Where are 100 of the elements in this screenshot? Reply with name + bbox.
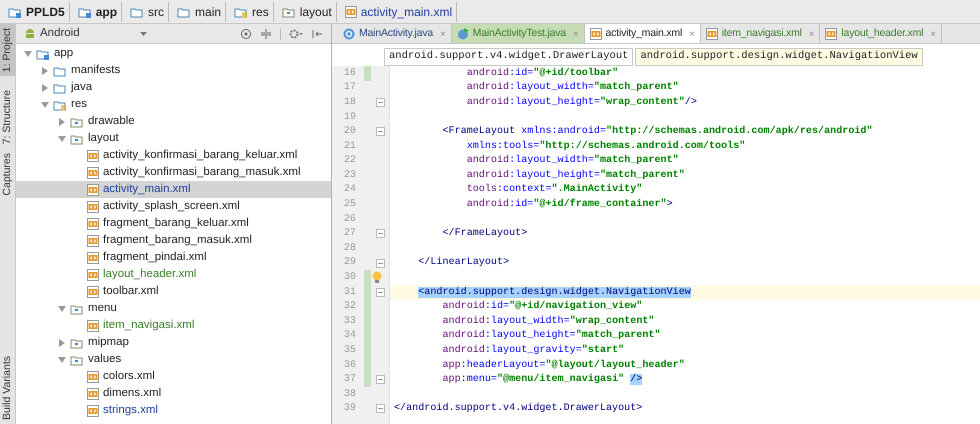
fold-icon[interactable] — [376, 98, 385, 107]
breadcrumb-item[interactable]: main — [173, 2, 226, 22]
resource-folder-icon — [234, 6, 248, 18]
tool-window-tab[interactable]: 1: Project — [0, 24, 15, 76]
breadcrumb-item[interactable]: src — [126, 2, 170, 22]
fold-icon[interactable] — [376, 258, 385, 268]
line-number: 36 — [342, 358, 357, 373]
breadcrumb-item[interactable]: res — [230, 2, 274, 22]
folder-icon — [70, 336, 84, 348]
line-number: 39 — [342, 402, 357, 416]
line-number: 35 — [342, 344, 357, 358]
tool-window-tab[interactable]: 7: Structure — [0, 86, 15, 149]
settings-icon[interactable] — [289, 28, 303, 40]
fold-icon[interactable] — [376, 375, 385, 384]
target-icon[interactable] — [240, 28, 252, 40]
code-line: <FrameLayout xmlns:android="http://schemas.android.com/apk/res/android" — [441, 124, 873, 140]
code-line: xmlns:tools="http://schemas.android.com/tools" — [466, 140, 746, 154]
module-folder-icon — [36, 48, 50, 60]
tree-item[interactable]: java — [16, 79, 331, 96]
line-number: 33 — [342, 314, 357, 329]
tree-item[interactable]: toolbar.xml — [16, 283, 331, 300]
code-line: android:id="@+id/frame_container"> — [466, 198, 673, 212]
tree-item[interactable]: app — [16, 45, 331, 62]
breadcrumb-item[interactable]: PPLD5 — [4, 2, 70, 22]
fold-icon[interactable] — [376, 127, 385, 136]
tree-item[interactable]: activity_konfirmasi_barang_keluar.xml — [16, 147, 331, 164]
collapsed-arrow-icon[interactable] — [58, 118, 66, 126]
tree-item[interactable]: activity_splash_screen.xml — [16, 198, 331, 215]
view-dropdown[interactable]: Android — [40, 24, 147, 42]
tree-item[interactable]: dimens.xml — [16, 385, 331, 402]
module-folder-icon — [78, 6, 92, 18]
line-number: 37 — [342, 373, 357, 388]
line-number: 34 — [342, 329, 357, 344]
line-number: 25 — [342, 198, 357, 212]
expanded-arrow-icon[interactable] — [58, 134, 66, 142]
expanded-arrow-icon[interactable] — [24, 50, 32, 58]
tool-window-tab[interactable]: Build Variants — [0, 352, 15, 424]
breadcrumb-item[interactable]: app — [74, 2, 122, 22]
xml-file-icon — [87, 388, 99, 400]
android-icon — [24, 28, 36, 40]
line-number: 18 — [342, 96, 357, 110]
tree-item[interactable]: colors.xml — [16, 368, 331, 385]
tool-window-tab[interactable]: Captures — [0, 148, 15, 200]
folder-icon — [70, 132, 84, 144]
folder-icon — [70, 302, 84, 314]
line-number: 38 — [342, 388, 357, 402]
test-class-icon — [456, 28, 469, 40]
tree-item[interactable]: item_navigasi.xml — [16, 317, 331, 334]
tree-item[interactable]: fragment_barang_masuk.xml — [16, 232, 331, 249]
collapsed-arrow-icon[interactable] — [58, 338, 66, 346]
tree-item[interactable]: res — [16, 96, 331, 113]
fold-icon[interactable] — [376, 229, 385, 238]
caret-icon — [140, 32, 147, 36]
tree-item[interactable]: activity_main.xml — [16, 181, 331, 198]
expanded-arrow-icon[interactable] — [58, 356, 66, 364]
editor-tab[interactable]: activity_main.xml × — [584, 24, 701, 43]
expanded-arrow-icon[interactable] — [41, 100, 49, 108]
xml-file-icon — [87, 184, 99, 196]
line-number: 32 — [342, 300, 357, 314]
hide-icon[interactable] — [311, 28, 323, 40]
tree-item[interactable]: manifests — [16, 62, 331, 79]
collapsed-arrow-icon[interactable] — [41, 84, 49, 92]
lightbulb-icon[interactable] — [372, 271, 382, 284]
tag-path-item[interactable]: android.support.design.widget.NavigationView — [635, 48, 923, 66]
code-line: </android.support.v4.widget.DrawerLayout> — [393, 402, 642, 416]
tag-path-item[interactable]: android.support.v4.widget.DrawerLayout — [384, 48, 634, 66]
xml-file-icon — [87, 166, 99, 178]
tree-item[interactable]: values — [16, 351, 331, 368]
tree-item[interactable]: drawable — [16, 113, 331, 130]
line-number: 27 — [342, 227, 357, 242]
folder-icon — [53, 64, 67, 76]
tree-item[interactable]: fragment_barang_keluar.xml — [16, 215, 331, 232]
xml-file-icon — [87, 286, 99, 298]
tree-item[interactable]: strings.xml — [16, 402, 331, 419]
collapsed-arrow-icon[interactable] — [41, 66, 49, 74]
breadcrumb-item[interactable]: activity_main.xml — [340, 2, 458, 22]
line-number: 26 — [342, 212, 357, 227]
xml-file-icon — [825, 28, 838, 40]
module-folder-icon — [8, 6, 22, 18]
tree-item[interactable]: mipmap — [16, 334, 331, 351]
tree-item[interactable]: fragment_pindai.xml — [16, 249, 331, 266]
tree-item[interactable]: layout_header.xml — [16, 266, 331, 283]
folder-icon — [282, 6, 296, 18]
expanded-arrow-icon[interactable] — [58, 304, 66, 312]
folder-icon — [130, 6, 144, 18]
code-line: </LinearLayout> — [417, 256, 510, 270]
xml-file-icon — [706, 28, 718, 40]
tree-item[interactable]: layout — [16, 130, 331, 147]
tree-item[interactable]: activity_konfirmasi_barang_masuk.xml — [16, 164, 331, 181]
xml-file-icon — [87, 200, 99, 212]
line-number: 19 — [342, 110, 357, 125]
code-line: </FrameLayout> — [441, 226, 528, 242]
breadcrumb-item[interactable]: layout — [278, 2, 337, 22]
fold-icon[interactable] — [376, 288, 385, 297]
collapse-icon[interactable] — [260, 28, 272, 40]
tree-item[interactable]: menu — [16, 300, 331, 317]
close-icon[interactable]: × — [689, 26, 695, 42]
line-number: 29 — [342, 256, 357, 270]
fold-icon[interactable] — [376, 404, 385, 414]
line-number: 24 — [342, 183, 357, 198]
